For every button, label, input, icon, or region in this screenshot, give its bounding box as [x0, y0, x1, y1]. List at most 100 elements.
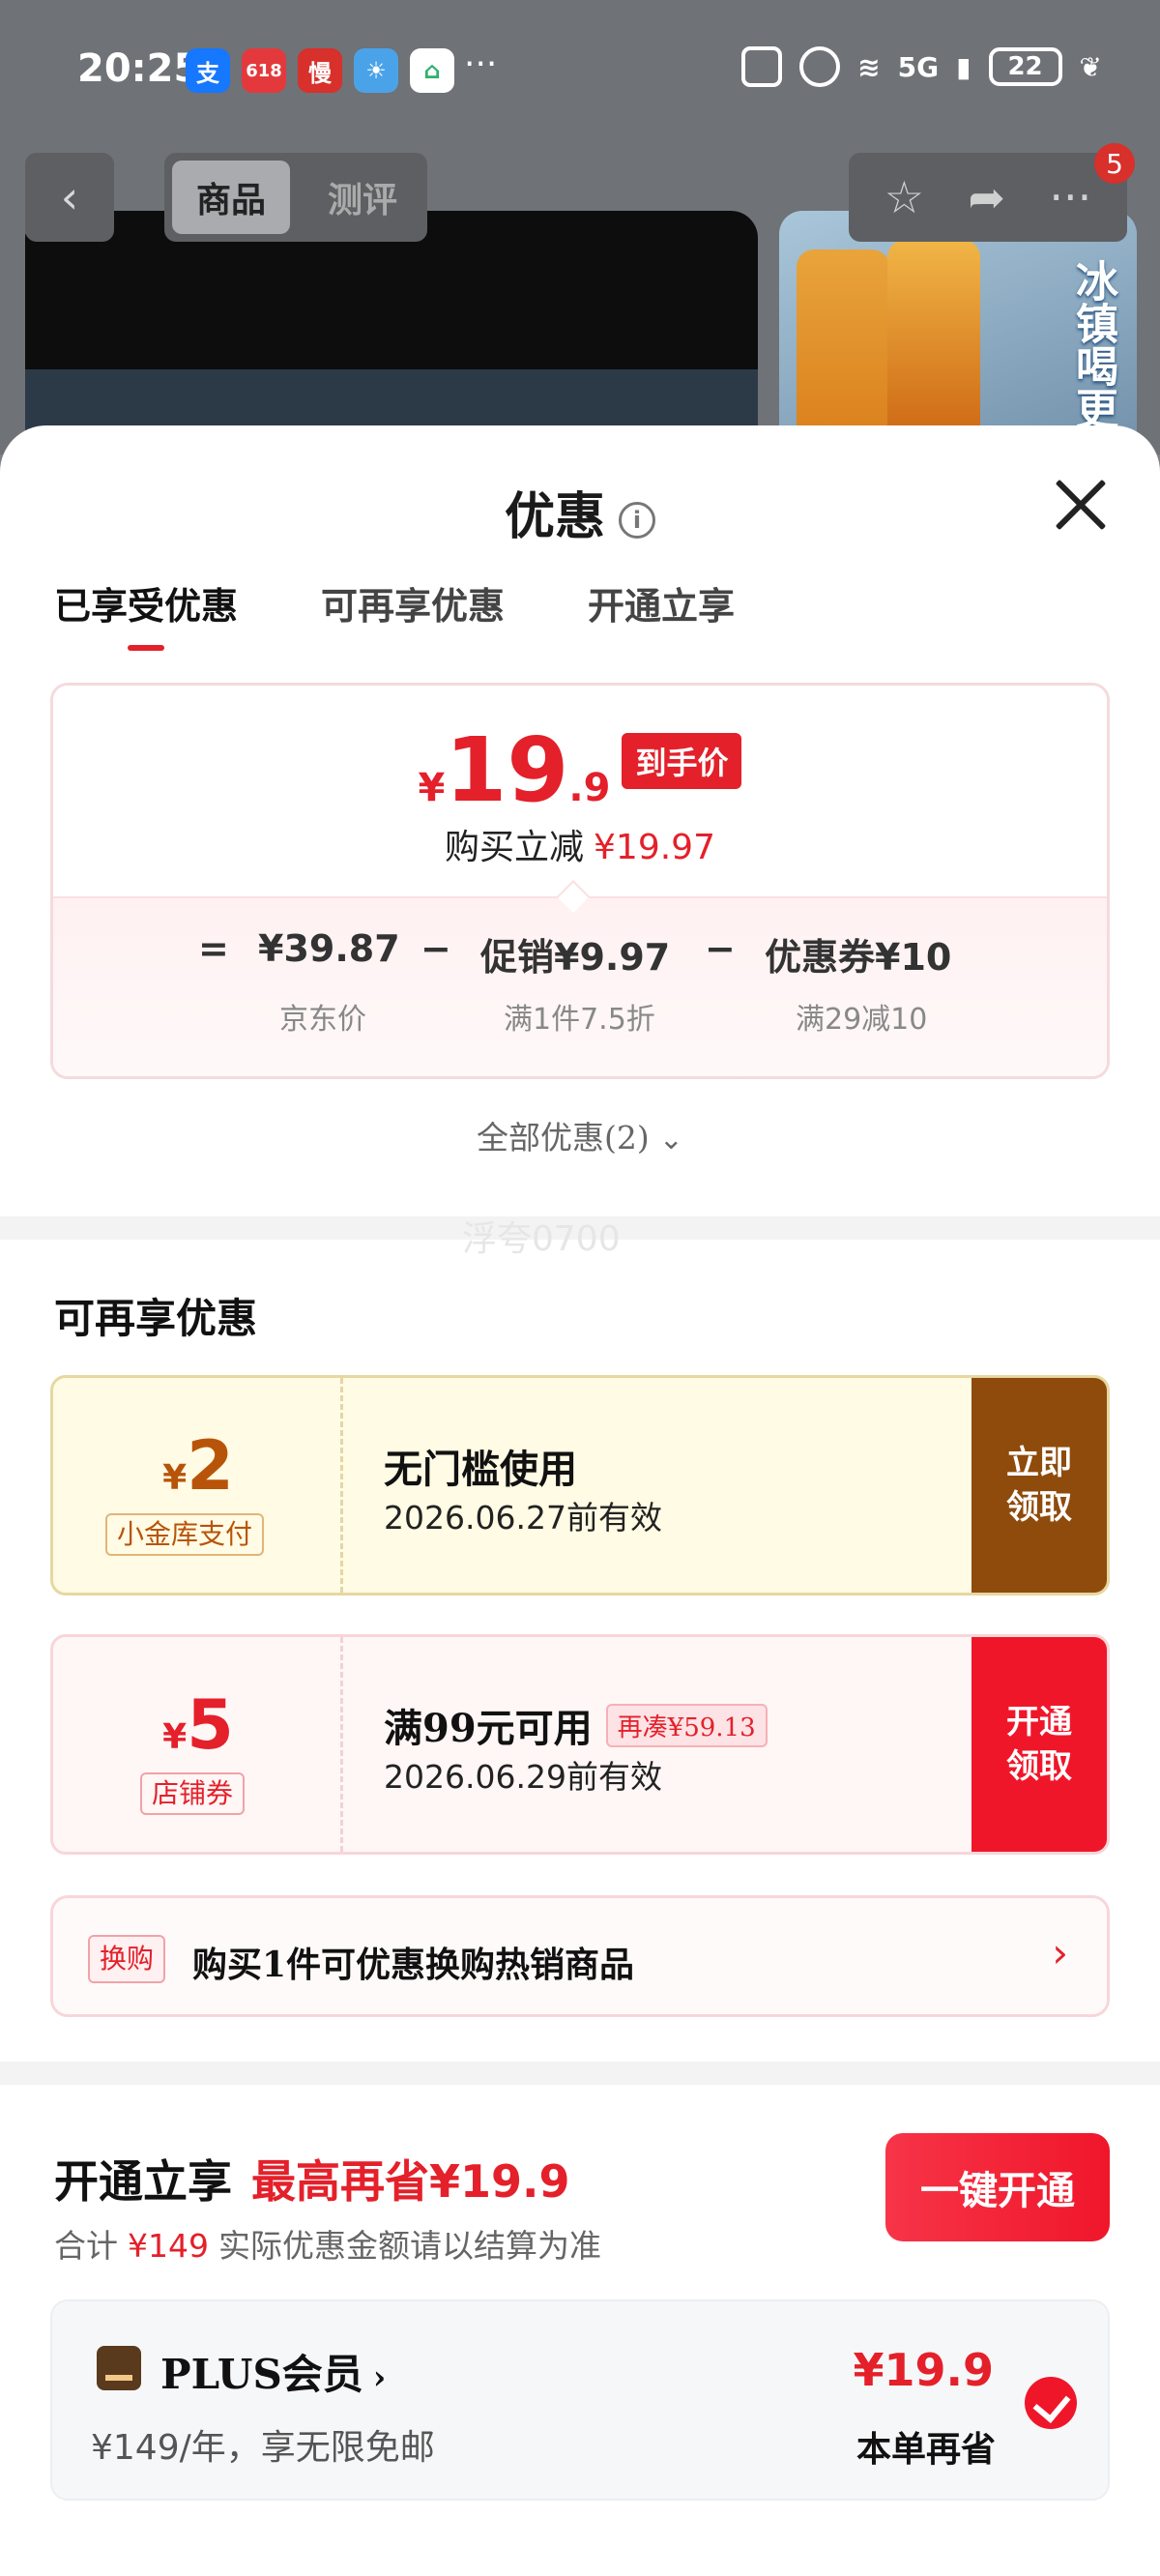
open-claim-button[interactable]: 开通领取 [972, 1637, 1107, 1852]
coupon-expiry: 2026.06.29前有效 [384, 1758, 662, 1796]
coupon-currency: ¥ [162, 1458, 188, 1498]
swap-text: 购买1件可优惠换购热销商品 [192, 1945, 635, 1985]
home-app-icon: ⌂ [410, 48, 454, 93]
swap-tag: 换购 [88, 1935, 166, 1983]
signal-5g: 5G [897, 50, 940, 83]
swap-offer-row[interactable]: 换购 购买1件可优惠换购热销商品 › [50, 1895, 1110, 2017]
plus-name[interactable]: PLUS会员 › [160, 2342, 386, 2401]
status-app-icons: 支 618 慢 ☀ ⌂ [186, 48, 454, 93]
final-price-tag: 到手价 [622, 733, 742, 789]
tab-product[interactable]: 商品 [172, 161, 290, 234]
jd-618-icon: 618 [242, 48, 286, 93]
tab-review[interactable]: 测评 [309, 161, 416, 234]
formula-minus: − [705, 927, 736, 970]
coupon-card: ¥2 小金库支付 无门槛使用 2026.06.27前有效 立即领取 [50, 1375, 1110, 1595]
status-right: ≋ 5G ▮ 22 ❦ [741, 46, 1102, 87]
coupon-type-label: 小金库支付 [105, 1513, 265, 1556]
reduction-value: ¥19.97 [594, 828, 715, 867]
status-bar: 20:25 支 618 慢 ☀ ⌂ ··· ≋ 5G ▮ 22 ❦ [0, 0, 1160, 135]
coupon-type-label: 店铺券 [140, 1772, 246, 1815]
add-more-badge: 再凑¥59.13 [605, 1704, 768, 1747]
sheet-title: 优惠 i [0, 476, 1160, 548]
discount-tabs: 已享受优惠 可再享优惠 开通立享 [54, 576, 735, 651]
settlement-note: 实际优惠金额请以结算为准 [218, 2227, 601, 2265]
share-icon[interactable]: ➦ [968, 171, 1005, 223]
info-icon[interactable]: i [619, 502, 655, 539]
jd-price-label: 京东价 [279, 1003, 366, 1037]
open-membership-title: 开通立享 最高再省¥19.9 [54, 2147, 570, 2210]
plus-membership-card[interactable]: PLUS会员 › ¥149/年，享无限免邮 ¥19.9 本单再省 [50, 2299, 1110, 2501]
coupon-title-text: 满99元可用 [384, 1706, 593, 1751]
section-divider [0, 2062, 1160, 2085]
formula-coupon: 优惠券¥10 [765, 936, 952, 979]
coupon-card: ¥5 店铺券 满99元可用 再凑¥59.13 2026.06.29前有效 开通领取 [50, 1634, 1110, 1855]
checkmark-icon[interactable] [1025, 2377, 1077, 2429]
all-offers-label: 全部优惠(2) [477, 1119, 650, 1156]
product-image-text: 冰镇喝更 [1068, 259, 1117, 429]
more-icon[interactable]: ··· [1049, 171, 1091, 223]
coupon-amount: ¥2 [53, 1426, 343, 1506]
nav-actions: ☆ ➦ ··· 5 [849, 143, 1135, 242]
formula-equals: = [198, 927, 229, 970]
final-price: ¥19.9到手价 [53, 718, 1107, 822]
app-red-icon: 慢 [298, 48, 342, 93]
chevron-down-icon: ⌄ [658, 1123, 683, 1156]
price-decimal: .9 [568, 766, 611, 810]
claim-coupon-button[interactable]: 立即领取 [972, 1378, 1107, 1593]
discount-sheet: 优惠 i 已享受优惠 可再享优惠 开通立享 ¥19.9到手价 购买立减 ¥19.97… [0, 425, 1160, 2576]
all-offers-toggle[interactable]: 全部优惠(2) ⌄ [0, 1112, 1160, 1158]
max-saving: 最高再省¥19.9 [251, 2155, 570, 2208]
sheet-title-text: 优惠 [504, 487, 605, 546]
coupon-label: 满29减10 [796, 1003, 928, 1037]
crown-icon [97, 2346, 141, 2390]
coupon-title: 无门槛使用 [384, 1447, 577, 1492]
notification-badge: 5 [1094, 143, 1135, 184]
tab-open-membership[interactable]: 开通立享 [588, 576, 735, 629]
coupon-title: 满99元可用 再凑¥59.13 [384, 1697, 768, 1753]
open-claim-label: 开通领取 [1006, 1703, 1072, 1786]
signal-icon: ▮ [956, 50, 972, 83]
total-amount: ¥149 [128, 2227, 209, 2265]
coupon-expiry: 2026.06.27前有效 [384, 1499, 662, 1537]
promo-label: 满1件7.5折 [504, 1003, 655, 1037]
coupon-amount: ¥5 [53, 1685, 343, 1765]
price-currency: ¥ [418, 766, 446, 810]
one-click-open-button[interactable]: 一键开通 [885, 2133, 1110, 2241]
status-time: 20:25 [77, 46, 201, 91]
chevron-right-icon: › [372, 2358, 387, 2397]
alipay-icon: 支 [186, 48, 230, 93]
back-button[interactable]: ‹ [25, 153, 114, 242]
status-more: ··· [464, 44, 498, 84]
product-nav-tabs: 商品 测评 [164, 153, 427, 242]
claim-coupon-label: 立即领取 [1006, 1444, 1072, 1527]
formula-jd-price: ¥39.87 [258, 927, 400, 970]
plus-saving-label: 本单再省 [856, 2429, 996, 2470]
formula-promo: 促销¥9.97 [480, 936, 671, 979]
plus-name-text: PLUS会员 [160, 2351, 363, 2398]
tab-more-offers[interactable]: 可再享优惠 [321, 576, 505, 629]
alarm-icon [799, 46, 841, 87]
open-title-text: 开通立享 [54, 2155, 232, 2208]
plus-saving-amount: ¥19.9 [853, 2344, 994, 2396]
price-formula: = ¥39.87 − 促销¥9.97 − 优惠券¥10 京东价 满1件7.5折 … [53, 896, 1107, 1076]
more-offers-title: 可再享优惠 [54, 1295, 258, 1342]
reduction-label: 购买立减 [445, 828, 585, 867]
coupon-value-area: ¥5 店铺券 [53, 1637, 343, 1852]
favorite-star-icon[interactable]: ☆ [884, 171, 924, 223]
formula-minus: − [420, 927, 451, 970]
chevron-right-icon: › [1052, 1929, 1068, 1976]
total-label: 合计 [54, 2227, 118, 2265]
coupon-number: 5 [187, 1685, 234, 1765]
tab-enjoyed[interactable]: 已享受优惠 [54, 576, 238, 651]
coupon-currency: ¥ [162, 1717, 188, 1757]
leaf-icon: ❦ [1079, 50, 1102, 83]
coupon-value-area: ¥2 小金库支付 [53, 1378, 343, 1593]
final-price-area: ¥19.9到手价 购买立减 ¥19.97 [53, 686, 1107, 896]
open-membership-subtitle: 合计 ¥149 实际优惠金额请以结算为准 [54, 2220, 601, 2267]
watermark: 浮夸0700 [462, 1219, 621, 1259]
battery-icon: 22 [988, 47, 1062, 86]
price-breakdown-card: ¥19.9到手价 购买立减 ¥19.97 = ¥39.87 − 促销¥9.97 −… [50, 683, 1110, 1079]
close-icon[interactable] [1052, 476, 1110, 534]
plus-description: ¥149/年，享无限免邮 [91, 2428, 435, 2468]
nfc-icon [741, 46, 783, 87]
